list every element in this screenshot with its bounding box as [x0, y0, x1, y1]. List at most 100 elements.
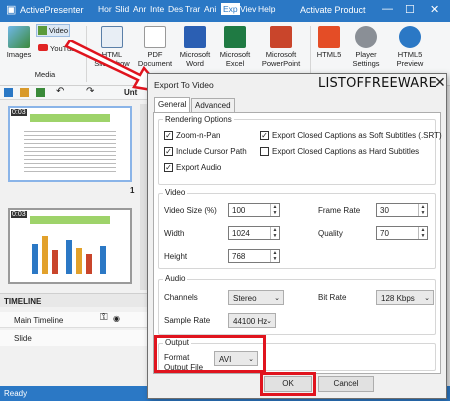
frame-rate-label: Frame Rate	[318, 206, 361, 215]
export-audio-checkbox[interactable]: ✓ Export Audio	[164, 163, 221, 172]
chevron-down-icon: ⌄	[424, 295, 430, 302]
slides-panel: ↶ ↷ Unt 0:03 1 0:03 TIMELINE Main Timeli…	[0, 86, 150, 386]
excel-icon	[224, 26, 246, 48]
spinner-arrows-icon[interactable]: ▲ ▼	[270, 227, 279, 239]
video-button[interactable]: Video	[36, 24, 70, 37]
audio-group-title: Audio	[163, 274, 188, 283]
bit-rate-select[interactable]: 128 Kbps ⌄	[376, 290, 434, 305]
slide-title-bar	[30, 114, 110, 122]
html5-preview-button[interactable]: HTML5 Preview	[390, 26, 430, 68]
tab-home[interactable]: Hor	[98, 4, 112, 14]
spinner-arrows-icon[interactable]: ▲ ▼	[418, 227, 427, 239]
lock-icon[interactable]: ⚿	[100, 312, 108, 323]
sample-rate-label: Sample Rate	[164, 316, 211, 325]
rendering-options-title: Rendering Options	[163, 115, 234, 124]
watermark-brand: LISTOFFREEWARE	[318, 76, 438, 91]
frame-rate-input[interactable]: 30 ▲ ▼	[376, 203, 428, 217]
slide-track-label: Slide	[0, 330, 150, 346]
spinner-arrows-icon[interactable]: ▲ ▼	[270, 250, 279, 262]
open-icon[interactable]	[20, 88, 29, 97]
microsoft-excel-button[interactable]: Microsoft Excel	[216, 26, 254, 68]
spinner-arrows-icon[interactable]: ▲ ▼	[418, 204, 427, 216]
youtube-icon	[38, 44, 48, 51]
tab-animations[interactable]: Ani	[204, 4, 216, 14]
app-title: ActivePresenter	[20, 5, 84, 15]
microsoft-powerpoint-button[interactable]: Microsoft PowerPoint	[256, 26, 306, 68]
export-to-video-dialog: Export To Video LISTOFFREEWARE ✕ General…	[147, 73, 447, 399]
close-icon[interactable]: ✕	[434, 74, 446, 91]
quality-input[interactable]: 70 ▲ ▼	[376, 226, 428, 240]
cc-soft-subtitles-checkbox[interactable]: ✓ Export Closed Captions as Soft Subtitle…	[260, 131, 442, 140]
chart-bar	[100, 246, 106, 274]
slide-number: 1	[130, 186, 135, 195]
slide-title-bar	[30, 216, 110, 224]
status-text: Ready	[4, 389, 28, 398]
tab-interactions[interactable]: Inte	[150, 4, 164, 14]
main-timeline-label: Main Timeline	[0, 312, 150, 328]
output-highlight	[154, 335, 266, 373]
activate-product-link[interactable]: Activate Product	[300, 5, 366, 15]
maximize-icon[interactable]: ☐	[405, 3, 415, 16]
html5-button[interactable]: HTML5	[314, 26, 344, 59]
media-group-label: Media	[34, 70, 56, 79]
html5-icon	[318, 26, 340, 48]
play-icon	[399, 26, 421, 48]
save-icon[interactable]	[36, 88, 45, 97]
chart-bar	[42, 236, 48, 274]
close-window-icon[interactable]: ✕	[430, 3, 439, 16]
width-input[interactable]: 1024 ▲ ▼	[228, 226, 280, 240]
slide-duration: 0:03	[11, 211, 27, 218]
chart-bar	[86, 254, 92, 274]
height-input[interactable]: 768 ▲ ▼	[228, 249, 280, 263]
slide-thumbnail-1[interactable]: 0:03	[8, 106, 132, 182]
video-size-label: Video Size (%)	[164, 206, 217, 215]
tab-design[interactable]: Des	[168, 4, 183, 14]
tab-help[interactable]: Help	[258, 4, 275, 14]
video-group-title: Video	[163, 188, 188, 197]
slide-thumbnail-2[interactable]: 0:03	[8, 208, 132, 284]
microsoft-word-button[interactable]: Microsoft Word	[176, 26, 214, 68]
eye-icon[interactable]: ◉	[113, 314, 120, 323]
tab-annotation[interactable]: Anr	[133, 4, 146, 14]
images-icon	[8, 26, 30, 48]
cursor-path-checkbox[interactable]: ✓ Include Cursor Path	[164, 147, 247, 156]
tab-slide[interactable]: Slid	[115, 4, 129, 14]
checkmark-icon: ✓	[164, 163, 173, 172]
timeline-header: TIMELINE	[0, 293, 150, 307]
chart-bar	[66, 240, 72, 274]
audio-group	[158, 279, 436, 335]
checkmark-icon: ✓	[164, 131, 173, 140]
tab-transitions[interactable]: Trar	[185, 4, 200, 14]
chevron-down-icon: ⌄	[274, 295, 280, 302]
title-bar: ▣ ActivePresenter Hor Slid Anr Inte Des …	[0, 0, 450, 22]
chart-bar	[76, 248, 82, 274]
slide-text-lines	[24, 128, 116, 172]
bit-rate-label: Bit Rate	[318, 293, 347, 302]
height-label: Height	[164, 252, 188, 261]
powerpoint-icon	[270, 26, 292, 48]
gear-icon	[355, 26, 377, 48]
spinner-arrows-icon[interactable]: ▲ ▼	[270, 204, 279, 216]
checkmark-icon: ✓	[260, 131, 269, 140]
player-settings-button[interactable]: Player Settings	[346, 26, 386, 68]
word-icon	[184, 26, 206, 48]
video-size-input[interactable]: 100 ▲ ▼	[228, 203, 280, 217]
app-icon: ▣	[6, 4, 17, 16]
new-icon[interactable]	[4, 88, 13, 97]
sample-rate-select[interactable]: 44100 Hz ⌄	[228, 313, 276, 328]
tab-export[interactable]: Exp	[221, 3, 240, 15]
channels-select[interactable]: Stereo ⌄	[228, 290, 284, 305]
tab-general[interactable]: General	[154, 97, 191, 113]
minimize-icon[interactable]: —	[382, 3, 393, 15]
chart-bar	[32, 244, 38, 274]
zoom-pan-checkbox[interactable]: ✓ Zoom-n-Pan	[164, 131, 220, 140]
cc-hard-subtitles-checkbox[interactable]: Export Closed Captions as Hard Subtitles	[260, 147, 419, 156]
channels-label: Channels	[164, 293, 198, 302]
chart-bar	[52, 250, 58, 274]
tab-view[interactable]: Viev	[240, 4, 256, 14]
tab-advanced[interactable]: Advanced	[191, 98, 235, 112]
quality-label: Quality	[318, 229, 343, 238]
cancel-button[interactable]: Cancel	[318, 376, 374, 392]
images-button[interactable]: Images	[6, 26, 32, 59]
ok-button[interactable]: OK	[264, 376, 312, 392]
